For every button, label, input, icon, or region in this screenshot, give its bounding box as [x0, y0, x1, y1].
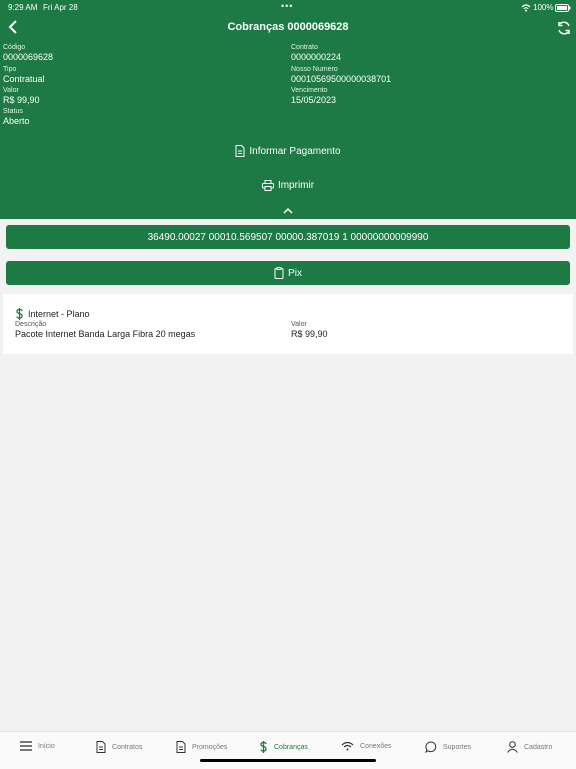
valor-value: R$ 99,90 [3, 95, 40, 105]
document-icon [96, 741, 106, 753]
contrato-value: 0000000224 [291, 52, 342, 62]
informar-pagamento-label: Informar Pagamento [249, 145, 341, 157]
informar-pagamento-button[interactable]: Informar Pagamento [0, 145, 576, 157]
nosso-numero-label: Nosso Numero [291, 66, 338, 73]
status-value: Aberto [3, 116, 30, 126]
tipo-label: Tipo [3, 66, 17, 73]
tab-label: Cadastro [524, 743, 553, 751]
tab-label: Contratos [112, 743, 143, 751]
imprimir-button[interactable]: Imprimir [0, 180, 576, 191]
tab-inicio[interactable]: Início [20, 741, 55, 751]
battery-percent: 100% [533, 3, 554, 12]
pix-label: Pix [288, 267, 302, 279]
item-valor-label: Valor [291, 321, 307, 328]
dollar-icon [260, 741, 267, 753]
tab-cadastro[interactable]: Cadastro [507, 741, 552, 753]
status-time: 9:29 AM [8, 3, 38, 12]
imprimir-label: Imprimir [277, 180, 315, 191]
tab-label: Conexões [360, 742, 392, 750]
tab-conexoes[interactable]: Conexões [341, 741, 392, 751]
document-icon [176, 741, 186, 753]
vencimento-value: 15/05/2023 [291, 95, 337, 105]
chat-icon [425, 741, 437, 753]
tab-cobrancas[interactable]: Cobranças [259, 741, 308, 753]
barcode-button[interactable]: 36490.00027 00010.569507 00000.387019 1 … [6, 225, 570, 249]
person-icon [507, 741, 518, 753]
printer-icon [261, 180, 274, 191]
refresh-icon[interactable] [556, 20, 572, 36]
home-indicator[interactable] [200, 759, 376, 762]
charge-item-card: Internet - Plano Descrição Pacote Intern… [3, 294, 573, 354]
multitask-dots[interactable]: ••• [281, 1, 293, 11]
wifi-icon [341, 741, 354, 751]
tab-promocoes[interactable]: Promoções [176, 741, 227, 753]
chevron-up-icon[interactable] [281, 207, 295, 215]
descricao-value: Pacote Internet Banda Larga Fibra 20 meg… [15, 329, 196, 339]
item-valor-value: R$ 99,90 [291, 329, 328, 339]
dollar-icon [16, 308, 23, 320]
descricao-label: Descrição [15, 321, 47, 328]
menu-icon [20, 741, 32, 751]
status-label: Status [3, 108, 23, 115]
battery-icon [555, 3, 571, 12]
pix-button[interactable]: Pix [6, 261, 570, 285]
nosso-numero-value: 00010569500000038701 [291, 74, 392, 84]
status-right: 100% [521, 3, 571, 12]
codigo-value: 0000069628 [3, 52, 54, 62]
tab-contratos[interactable]: Contratos [96, 741, 142, 753]
clipboard-icon [274, 267, 284, 279]
contrato-label: Contrato [291, 44, 318, 51]
status-date: Fri Apr 28 [43, 3, 78, 12]
tab-label: Cobranças [274, 743, 308, 751]
tipo-value: Contratual [3, 74, 45, 84]
valor-label: Valor [3, 87, 19, 94]
header: 9:29 AM Fri Apr 28 ••• 100% Cobranças 00… [0, 0, 576, 219]
tab-label: Promoções [192, 743, 228, 751]
page-title: Cobranças 0000069628 [227, 21, 349, 33]
vencimento-label: Vencimento [291, 87, 328, 94]
tab-suportes[interactable]: Suportes [425, 741, 471, 753]
barcode-text: 36490.00027 00010.569507 00000.387019 1 … [147, 231, 429, 243]
codigo-label: Código [3, 44, 26, 51]
tab-label: Início [38, 742, 55, 750]
item-title: Internet - Plano [28, 309, 90, 319]
tab-label: Suportes [443, 743, 472, 751]
wifi-status-icon [521, 3, 531, 12]
item-title-row: Internet - Plano [15, 308, 90, 320]
document-icon [235, 145, 245, 157]
tab-bar: Início Contratos Promoções Cobranças Con… [0, 731, 576, 769]
